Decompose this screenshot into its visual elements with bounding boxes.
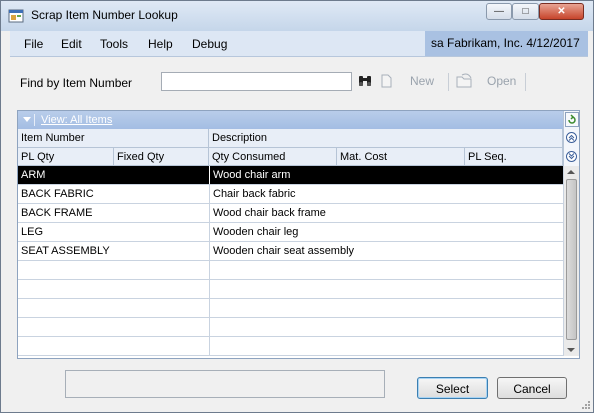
- description-cell: Wood chair arm: [213, 169, 291, 181]
- new-button[interactable]: New: [410, 74, 434, 88]
- app-icon: [8, 9, 24, 23]
- menu-edit[interactable]: Edit: [61, 37, 82, 51]
- double-chevron-down-icon: [566, 151, 577, 162]
- refresh-icon: [565, 112, 579, 127]
- menu-help[interactable]: Help: [148, 37, 173, 51]
- title-bar[interactable]: Scrap Item Number Lookup — □ ✕: [1, 1, 593, 31]
- col-description[interactable]: Description: [209, 129, 563, 148]
- close-icon: ✕: [557, 6, 566, 17]
- open-folder-icon: [456, 73, 472, 88]
- close-button[interactable]: ✕: [539, 3, 584, 20]
- table-row[interactable]: LEG Wooden chair leg: [18, 223, 563, 242]
- find-item-input[interactable]: [161, 72, 352, 91]
- empty-table-row[interactable]: [18, 280, 563, 299]
- lookup-window: Scrap Item Number Lookup — □ ✕ File Edit…: [0, 0, 594, 413]
- status-area: [65, 370, 385, 398]
- maximize-icon: □: [522, 6, 529, 17]
- items-grid: View: All Items Item Number Description …: [17, 110, 580, 359]
- item-number-cell: BACK FABRIC: [21, 188, 94, 200]
- col-item-number[interactable]: Item Number: [18, 129, 209, 148]
- column-divider: [209, 261, 210, 279]
- collapse-rows-button[interactable]: [563, 129, 579, 148]
- col-fixed-qty[interactable]: Fixed Qty: [114, 148, 209, 166]
- minimize-icon: —: [494, 6, 504, 17]
- menu-tools[interactable]: Tools: [100, 37, 128, 51]
- menu-bar: File Edit Tools Help Debug sa Fabrikam, …: [10, 31, 588, 57]
- col-pl-seq[interactable]: PL Seq.: [465, 148, 563, 166]
- vertical-scrollbar[interactable]: [563, 166, 579, 356]
- resize-grip-icon[interactable]: [581, 400, 591, 410]
- col-mat-cost[interactable]: Mat. Cost: [337, 148, 465, 166]
- view-bar[interactable]: View: All Items: [18, 111, 563, 129]
- column-divider: [209, 299, 210, 317]
- empty-table-row[interactable]: [18, 261, 563, 280]
- cancel-button[interactable]: Cancel: [497, 377, 567, 399]
- column-divider: [209, 318, 210, 336]
- col-pl-qty[interactable]: PL Qty: [18, 148, 114, 166]
- empty-table-row[interactable]: [18, 299, 563, 318]
- col-qty-consumed[interactable]: Qty Consumed: [209, 148, 337, 166]
- description-cell: Wooden chair seat assembly: [213, 245, 355, 257]
- expand-rows-button[interactable]: [563, 148, 579, 166]
- binoculars-icon[interactable]: [358, 74, 372, 88]
- scroll-down-arrow-icon[interactable]: [567, 348, 575, 352]
- item-number-cell: ARM: [21, 169, 46, 181]
- toolbar-separator-2: [525, 73, 526, 91]
- description-cell: Chair back fabric: [213, 188, 296, 200]
- item-number-cell: LEG: [21, 226, 44, 238]
- maximize-button[interactable]: □: [512, 3, 539, 20]
- table-row[interactable]: BACK FRAME Wood chair back frame: [18, 204, 563, 223]
- open-button[interactable]: Open: [487, 74, 516, 88]
- menu-debug[interactable]: Debug: [192, 37, 227, 51]
- item-number-cell: SEAT ASSEMBLY: [21, 245, 110, 257]
- double-chevron-up-icon: [566, 132, 577, 143]
- minimize-button[interactable]: —: [486, 3, 512, 20]
- scroll-up-arrow-icon[interactable]: [567, 170, 575, 174]
- refresh-button[interactable]: [563, 111, 579, 129]
- window-title: Scrap Item Number Lookup: [31, 8, 178, 22]
- view-label[interactable]: View: All Items: [41, 111, 112, 129]
- find-label: Find by Item Number: [20, 76, 133, 90]
- table-row[interactable]: BACK FABRIC Chair back fabric: [18, 185, 563, 204]
- description-cell: Wood chair back frame: [213, 207, 326, 219]
- column-divider: [209, 337, 210, 355]
- view-dropdown-icon[interactable]: [23, 117, 31, 122]
- column-divider: [209, 280, 210, 298]
- menu-file[interactable]: File: [24, 37, 43, 51]
- toolbar-separator: [448, 73, 449, 91]
- table-row[interactable]: SEAT ASSEMBLY Wooden chair seat assembly: [18, 242, 563, 261]
- view-separator: [34, 114, 35, 126]
- description-cell: Wooden chair leg: [213, 226, 299, 238]
- table-row[interactable]: ARM Wood chair arm: [18, 166, 563, 185]
- scroll-thumb[interactable]: [566, 179, 577, 340]
- empty-table-row[interactable]: [18, 318, 563, 337]
- select-button[interactable]: Select: [417, 377, 488, 399]
- new-document-icon: [381, 74, 392, 88]
- item-number-cell: BACK FRAME: [21, 207, 93, 219]
- user-company-date: sa Fabrikam, Inc. 4/12/2017: [425, 31, 588, 56]
- empty-table-row[interactable]: [18, 337, 563, 356]
